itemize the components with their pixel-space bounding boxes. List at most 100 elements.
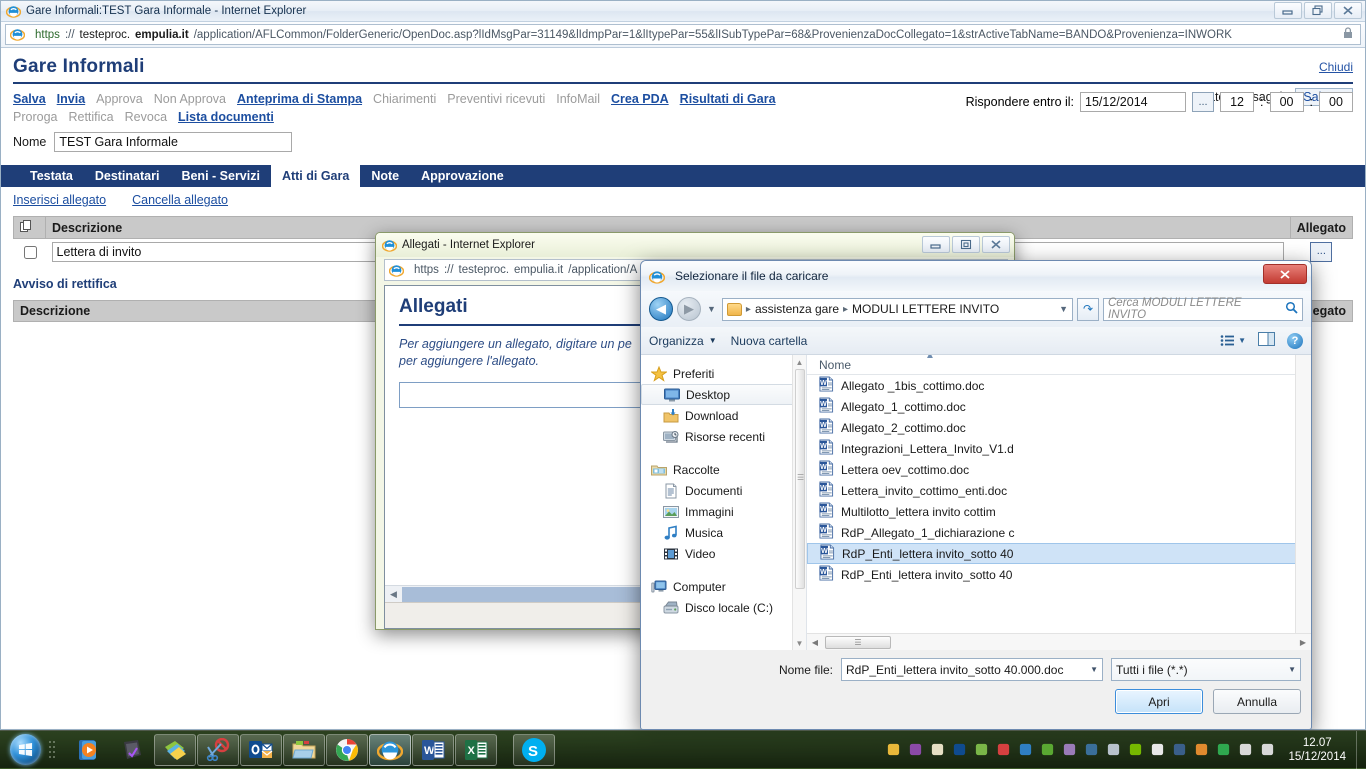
display-icon[interactable] (1106, 742, 1122, 758)
mail-icon[interactable] (930, 742, 946, 758)
breadcrumb-bar[interactable]: ▸ assistenza gare ▸ MODULI LETTERE INVIT… (721, 297, 1073, 321)
nav-item-immagini[interactable]: Immagini (641, 501, 806, 522)
copy-icon[interactable] (20, 220, 32, 235)
windows-media-player-icon[interactable] (68, 734, 110, 766)
allegati-titlebar[interactable]: Allegati - Internet Explorer (376, 233, 1014, 257)
scroll-left-arrow-icon[interactable]: ◀ (385, 589, 402, 600)
internet-explorer-icon[interactable] (369, 733, 411, 766)
forward-button[interactable]: ▶ (677, 297, 701, 321)
file-list-item[interactable]: W Lettera oev_cottimo.doc (807, 459, 1311, 480)
breadcrumb-item-1[interactable]: MODULI LETTERE INVITO (852, 302, 999, 316)
nav-scroll-down-icon[interactable]: ▼ (793, 636, 806, 650)
nav-item-documenti[interactable]: Documenti (641, 480, 806, 501)
file-type-filter-select[interactable]: Tutti i file (*.*) ▼ (1111, 658, 1301, 681)
filename-input[interactable]: RdP_Enti_lettera invito_sotto 40.000.doc… (841, 658, 1103, 681)
command-risultati-di-gara[interactable]: Risultati di Gara (680, 90, 776, 108)
allegati-close-button[interactable] (982, 236, 1010, 253)
back-button[interactable]: ◀ (649, 297, 673, 321)
volume-mute-icon[interactable] (996, 742, 1012, 758)
tab-beni-servizi[interactable]: Beni - Servizi (170, 165, 271, 187)
file-list-item[interactable]: W Allegato_1_cottimo.doc (807, 396, 1311, 417)
file-explorer-icon[interactable] (283, 733, 325, 766)
file-list-item[interactable]: W Allegato _1bis_cottimo.doc (807, 375, 1311, 396)
sticky-notes-icon[interactable] (154, 733, 196, 766)
network-monitor-icon[interactable] (1172, 742, 1188, 758)
file-list-item[interactable]: W Integrazioni_Lettera_Invito_V1.d (807, 438, 1311, 459)
word-icon[interactable]: W (412, 733, 454, 766)
breadcrumb-item-0[interactable]: assistenza gare (755, 302, 839, 316)
row-allegato-button[interactable]: ... (1310, 242, 1333, 262)
chrome-icon[interactable] (326, 733, 368, 766)
onenote-clip-icon[interactable] (908, 742, 924, 758)
breadcrumb-dropdown-icon[interactable]: ▼ (1059, 304, 1068, 314)
command-invia[interactable]: Invia (57, 90, 86, 108)
file-dialog-close-button[interactable] (1263, 264, 1307, 284)
nav-item-video[interactable]: Video (641, 543, 806, 564)
flag-icon[interactable] (1150, 742, 1166, 758)
nav-item-raccolte[interactable]: Raccolte (641, 459, 806, 480)
file-list-item[interactable]: W RdP_Enti_lettera invito_sotto 40 (807, 564, 1311, 585)
refresh-button[interactable]: ↷ (1077, 297, 1099, 321)
filename-dropdown-icon[interactable]: ▼ (1084, 665, 1098, 674)
file-dialog-titlebar[interactable]: Selezionare il file da caricare (641, 261, 1311, 291)
tab-testata[interactable]: Testata (19, 165, 84, 187)
nav-item-preferiti[interactable]: Preferiti (641, 363, 806, 384)
file-list-item[interactable]: W RdP_Allegato_1_dichiarazione c (807, 522, 1311, 543)
allegati-restore-button[interactable] (952, 236, 980, 253)
help-button[interactable]: ? (1287, 332, 1303, 349)
deadline-date-input[interactable] (1080, 92, 1187, 112)
vaio-care-icon[interactable] (1062, 742, 1078, 758)
snipping-tool-icon[interactable] (197, 733, 239, 766)
calendar-icon[interactable] (1018, 742, 1034, 758)
file-list-column-nome[interactable]: Nome (819, 358, 851, 372)
file-list-item[interactable]: W RdP_Enti_lettera invito_sotto 40 (807, 543, 1309, 564)
file-list-vertical-scrollbar[interactable] (1295, 355, 1311, 633)
tab-approvazione[interactable]: Approvazione (410, 165, 515, 187)
pen-icon[interactable] (1084, 742, 1100, 758)
nav-item-risorse-recenti[interactable]: Risorse recenti (641, 426, 806, 447)
search-input[interactable]: Cerca MODULI LETTERE INVITO (1103, 297, 1303, 321)
file-list-item[interactable]: W Allegato_2_cottimo.doc (807, 417, 1311, 438)
recent-locations-caret-icon[interactable]: ▼ (705, 304, 718, 314)
change-view-button[interactable]: ▼ (1220, 334, 1246, 347)
tab-note[interactable]: Note (360, 165, 410, 187)
nav-item-download[interactable]: Download (641, 405, 806, 426)
shield-icon[interactable] (886, 742, 902, 758)
hscroll-right-icon[interactable]: ▶ (1295, 638, 1311, 647)
nvidia-icon[interactable] (1128, 742, 1144, 758)
file-list-item[interactable]: W Multilotto_lettera invito cottim (807, 501, 1311, 522)
tab-atti-di-gara[interactable]: Atti di Gara (270, 165, 361, 187)
close-button[interactable] (1334, 2, 1362, 19)
check-icon[interactable] (1040, 742, 1056, 758)
link-cancella-allegato[interactable]: Cancella allegato (132, 193, 228, 207)
nav-item-disco-locale-c-[interactable]: Disco locale (C:) (641, 597, 806, 618)
organizza-menu-button[interactable]: Organizza ▼ (649, 334, 717, 348)
hscroll-thumb[interactable]: ☰ (825, 635, 891, 649)
taskbar-clock[interactable]: 12.07 15/12/2014 (1282, 736, 1356, 764)
app-close-link[interactable]: Chiudi (1319, 60, 1353, 74)
vaio-notes-icon[interactable] (111, 734, 153, 766)
command-crea-pda[interactable]: Crea PDA (611, 90, 669, 108)
sync-icon[interactable] (1216, 742, 1232, 758)
nav-scroll-up-icon[interactable]: ▲ (793, 355, 806, 369)
browser-titlebar[interactable]: Gare Informali:TEST Gara Informale - Int… (1, 1, 1365, 22)
deadline-minute-input[interactable] (1269, 92, 1304, 112)
file-list-item[interactable]: W Lettera_invito_cottimo_enti.doc (807, 480, 1311, 501)
address-input[interactable]: https:// testeproc. empulia.it/application… (5, 24, 1361, 45)
skype-icon[interactable]: S (513, 733, 555, 766)
link-inserisci-allegato[interactable]: Inserisci allegato (13, 193, 106, 207)
filter-dropdown-icon[interactable]: ▼ (1282, 665, 1296, 674)
preview-pane-button[interactable] (1258, 332, 1275, 349)
deadline-hour-input[interactable] (1220, 92, 1255, 112)
outlook-tray-icon[interactable] (952, 742, 968, 758)
excel-icon[interactable]: X (455, 733, 497, 766)
battery-icon[interactable] (1260, 742, 1276, 758)
outlook-icon[interactable] (240, 733, 282, 766)
nav-item-musica[interactable]: Musica (641, 522, 806, 543)
row-checkbox[interactable] (23, 245, 37, 259)
command-anteprima-di-stampa[interactable]: Anteprima di Stampa (237, 90, 362, 108)
show-desktop-button[interactable] (1356, 730, 1366, 769)
nav-item-desktop[interactable]: Desktop (641, 384, 800, 405)
file-list-horizontal-scrollbar[interactable]: ◀ ☰ ▶ (807, 633, 1311, 650)
nav-item-computer[interactable]: Computer (641, 576, 806, 597)
